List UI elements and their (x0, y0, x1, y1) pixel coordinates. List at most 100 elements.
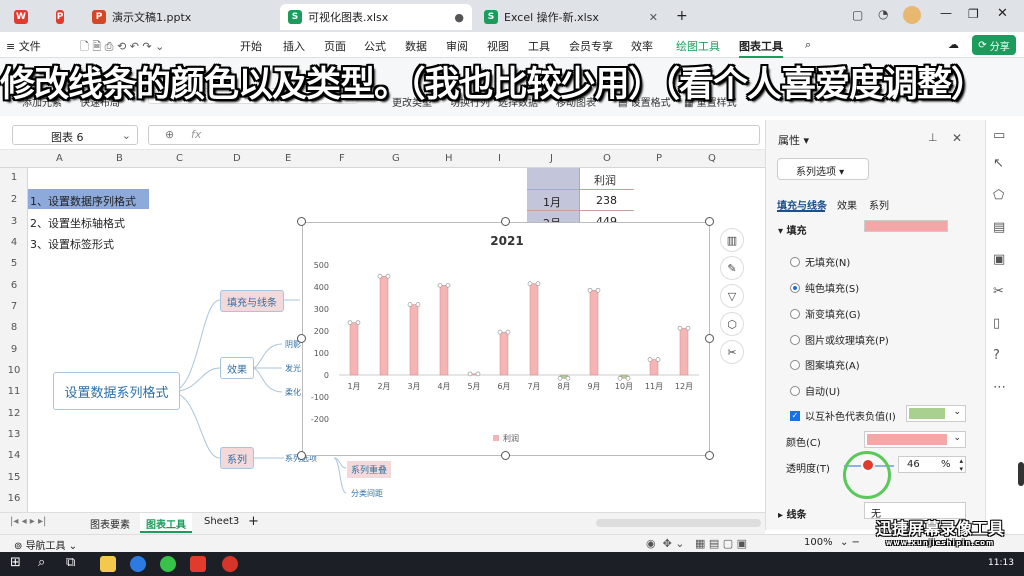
scrollbar-thumb[interactable] (1018, 462, 1024, 486)
resize-handle[interactable] (705, 451, 714, 460)
bar-handle (415, 302, 421, 307)
mindmap-leaf[interactable]: 系列重叠 (347, 461, 392, 478)
pin-icon[interactable]: ⊥ (928, 131, 938, 144)
stepper-icon[interactable]: ▴ ▾ (959, 457, 963, 473)
fill-section-header[interactable]: ▾ 填充 (778, 222, 807, 237)
bar-handle (565, 376, 571, 381)
bar-chart[interactable]: 2021 500 400 300 200 100 0 -100 -200 1月 2月 3月 4月 5月 6月… (302, 222, 710, 456)
tab-effect[interactable]: 效果 (837, 197, 857, 212)
resize-handle[interactable] (705, 217, 714, 226)
transparency-value: 46 (907, 459, 920, 470)
app-icon[interactable] (130, 556, 146, 572)
search-icon[interactable]: ⌕ (38, 555, 45, 570)
x-tick-label: 1月 (347, 382, 360, 391)
radio-circle (790, 256, 800, 267)
bar-handle (437, 282, 443, 288)
mindmap-leaf[interactable]: 发光 (285, 363, 301, 374)
zoom-level[interactable]: 100% (804, 537, 833, 548)
chat-icon[interactable] (160, 556, 176, 572)
mindmap-node-fill[interactable]: 填充与线条 (220, 290, 284, 312)
line-section-header[interactable]: ▸ 线条 (778, 506, 807, 521)
mindmap-leaf[interactable]: 柔化 (285, 387, 301, 398)
x-tick-label: 2月 (377, 382, 390, 391)
line-dropdown[interactable]: 无 (864, 502, 966, 520)
bar-handle (625, 376, 631, 381)
sidebar-icon-tools[interactable]: ✂ (993, 284, 1004, 299)
wps-icon[interactable] (190, 556, 206, 572)
x-tick-label: 5月 (467, 382, 480, 391)
transparency-input[interactable]: 46% ▴ ▾ (898, 456, 966, 473)
sidebar-icon-image[interactable]: ▣ (993, 252, 1005, 267)
bar-handle (587, 288, 593, 293)
chart-style-icon[interactable]: ✎ (720, 256, 744, 280)
sidebar-icon-book[interactable]: ▯ (993, 316, 1000, 331)
bar-handle (685, 325, 691, 331)
radio-solid-fill[interactable]: 纯色填充(S) (790, 280, 859, 295)
radio-gradient-fill[interactable]: 渐变填充(G) (790, 306, 861, 321)
sheet-tab[interactable]: 图表要素 (90, 516, 130, 531)
bar-handle (647, 357, 653, 362)
bar-handle (445, 282, 451, 288)
invert-color-dropdown[interactable]: ⌄ (906, 405, 966, 422)
sidebar-icon-note[interactable]: ▤ (993, 220, 1005, 235)
mindmap-node-series[interactable]: 系列 (220, 447, 254, 469)
sidebar-icon-layout[interactable]: ▭ (993, 128, 1005, 143)
bar-handle (655, 357, 661, 362)
resize-handle[interactable] (297, 217, 306, 226)
invert-color-swatch (909, 408, 945, 419)
chart-canvas: 2021 500 400 300 200 100 0 -100 -200 1月 2月 3月 4月 5月 6月… (311, 234, 699, 443)
panel-close-icon[interactable]: ✕ (952, 131, 962, 145)
settings-icon[interactable]: ⬡ (720, 312, 744, 336)
sheet-tab[interactable]: Sheet3 (204, 516, 239, 527)
task-view-icon[interactable]: ⧉ (66, 555, 75, 570)
os-taskbar (0, 552, 1024, 576)
radio-picture-fill[interactable]: 图片或纹理填充(P) (790, 332, 889, 347)
invert-negative-checkbox[interactable]: ✓ 以互补色代表负值(I) (790, 408, 896, 423)
radio-circle (790, 385, 800, 396)
radio-label: 图案填充(A) (805, 361, 860, 372)
windows-start-icon[interactable]: ⊞ (10, 555, 21, 570)
sheet-tab-active[interactable]: 图表工具 (140, 513, 192, 533)
x-tick-label: 10月 (615, 382, 633, 391)
chart-title: 2021 (490, 234, 523, 248)
add-sheet-icon[interactable]: + (248, 514, 259, 529)
recorder-icon[interactable] (222, 556, 238, 572)
radio-no-fill[interactable]: 无填充(N) (790, 254, 850, 269)
sidebar-icon-shape[interactable]: ⬠ (993, 188, 1004, 203)
sheet-nav-icon[interactable]: |◂ ◂ ▸ ▸| (10, 516, 46, 527)
mindmap-leaf[interactable]: 分类间距 (351, 488, 383, 499)
watermark-url: www.xunjieshipin.com (885, 539, 995, 547)
radio-circle (790, 308, 800, 319)
file-explorer-icon[interactable] (100, 556, 116, 572)
series-options-dropdown[interactable]: 系列选项 ▾ (777, 158, 869, 180)
resize-handle[interactable] (297, 451, 306, 460)
resize-handle[interactable] (501, 217, 510, 226)
fill-header-label: 填充 (786, 226, 807, 237)
nav-tool-button[interactable]: ⊚ 导航工具 ⌄ (14, 537, 77, 552)
panel-title[interactable]: 属性 ▾ (778, 132, 809, 148)
more-icon[interactable]: ⋯ (993, 380, 1006, 395)
tab-series[interactable]: 系列 (869, 197, 889, 212)
resize-handle[interactable] (705, 334, 714, 343)
radio-pattern-fill[interactable]: 图案填充(A) (790, 357, 860, 372)
resize-handle[interactable] (501, 451, 510, 460)
transparency-label: 透明度(T) (786, 464, 830, 475)
chevron-down-icon: ⌄ (953, 407, 961, 417)
resize-handle[interactable] (297, 334, 306, 343)
bar (499, 331, 509, 376)
filter-icon[interactable]: ▽ (720, 284, 744, 308)
fill-color-dropdown[interactable]: ⌄ (864, 431, 966, 448)
help-icon[interactable]: ? (993, 348, 1000, 363)
mindmap-node-effect[interactable]: 效果 (220, 357, 254, 379)
zoom-controls[interactable]: ⌄ − (840, 537, 860, 548)
sidebar-icon-select[interactable]: ↖ (993, 156, 1004, 171)
tools-icon[interactable]: ✂ (720, 340, 744, 364)
view-icons[interactable]: ◉ ✥ ⌄ ▦ ▤ ▢ ▣ (646, 537, 747, 550)
panel-title-label: 属性 (778, 134, 800, 147)
line-header-label: 线条 (786, 510, 807, 521)
horizontal-scrollbar[interactable] (596, 519, 761, 527)
bar (529, 283, 539, 376)
radio-auto-fill[interactable]: 自动(U) (790, 383, 840, 398)
mindmap-root[interactable]: 设置数据系列格式 (53, 372, 180, 410)
chart-elements-icon[interactable]: ▥ (720, 228, 744, 252)
